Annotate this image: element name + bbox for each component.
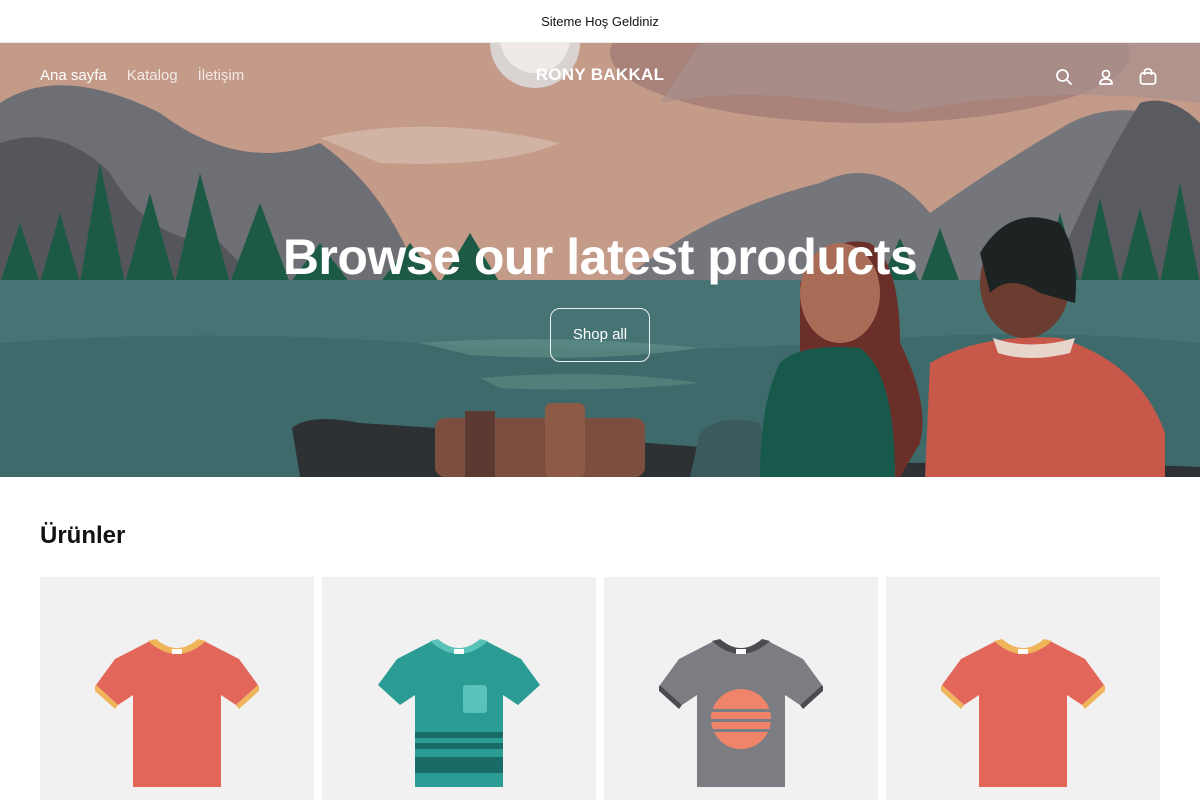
nav-link-contact[interactable]: İletişim xyxy=(198,67,245,84)
product-card[interactable] xyxy=(886,577,1160,800)
cart-icon[interactable] xyxy=(1136,65,1160,89)
shop-all-button[interactable]: Shop all xyxy=(550,308,650,362)
product-grid xyxy=(40,577,1160,800)
hero-title: Browse our latest products xyxy=(282,229,918,285)
tshirt-icon xyxy=(378,639,540,787)
account-icon[interactable] xyxy=(1094,65,1118,89)
tshirt-icon xyxy=(95,639,259,787)
nav-link-catalog[interactable]: Katalog xyxy=(127,67,178,84)
product-card[interactable] xyxy=(40,577,314,800)
header-icons xyxy=(1052,65,1160,89)
product-card[interactable] xyxy=(604,577,878,800)
main-nav: Ana sayfa Katalog İletişim xyxy=(40,67,244,84)
search-icon[interactable] xyxy=(1052,65,1076,89)
announcement-bar: Siteme Hoş Geldiniz xyxy=(0,0,1200,43)
nav-link-home[interactable]: Ana sayfa xyxy=(40,67,107,84)
announcement-text: Siteme Hoş Geldiniz xyxy=(541,13,659,29)
products-heading: Ürünler xyxy=(40,522,126,549)
tshirt-icon xyxy=(941,639,1105,787)
site-header: Ana sayfa Katalog İletişim RONY BAKKAL xyxy=(0,43,1200,109)
product-card[interactable] xyxy=(322,577,596,800)
tshirt-icon xyxy=(659,639,823,787)
hero-content: Browse our latest products Shop all xyxy=(0,232,1200,362)
